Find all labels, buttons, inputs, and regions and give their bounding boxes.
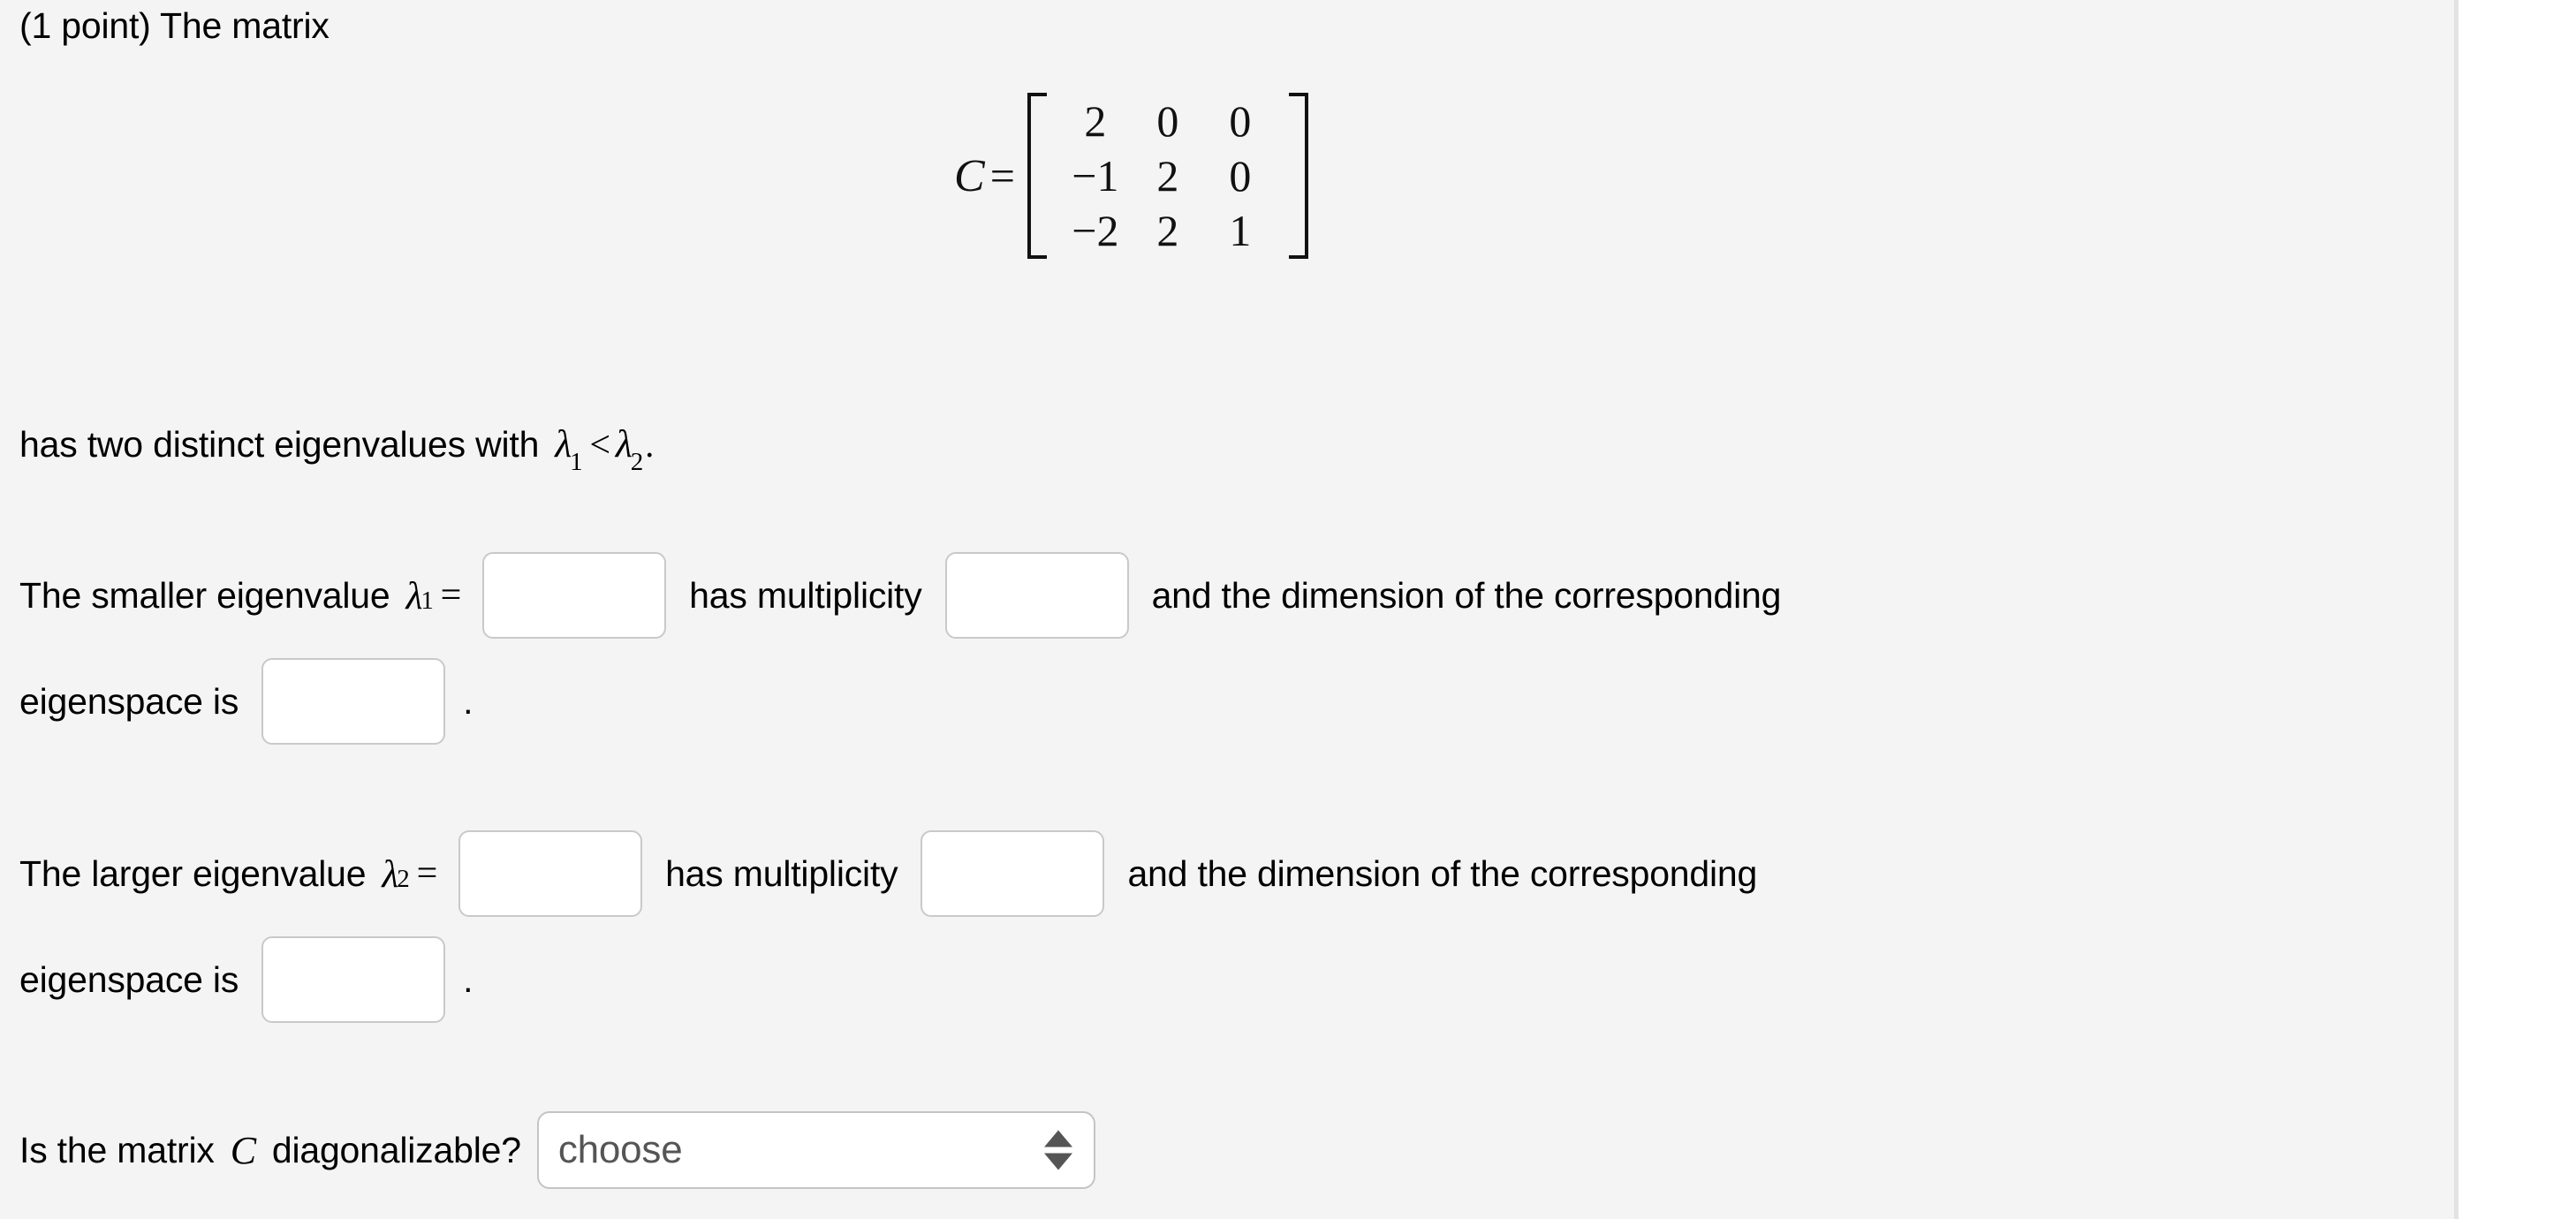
smaller-eigenvalue-label: The smaller eigenvalue [19, 574, 390, 616]
lambda-subscript-1: 1 [570, 448, 583, 477]
matrix-cell-r2c3: 0 [1229, 151, 1252, 201]
problem-page: (1 point) The matrix C = 2 0 0 −1 2 0 −2… [0, 0, 2576, 1219]
diagonalizable-row: Is the matrix C diagonalizable? choose [19, 1111, 1095, 1189]
matrix-cell-r2c2: 2 [1156, 151, 1179, 201]
smaller-eigenspace-dimension-input[interactable] [261, 658, 446, 745]
equals-sign: = [440, 575, 462, 616]
larger-eigenvalue-input[interactable] [458, 830, 643, 917]
larger-dimension-label: and the dimension of the corresponding [1127, 852, 1758, 894]
smaller-eigenvalue-row: The smaller eigenvalue λ1 = has multipli… [19, 552, 1781, 639]
period: . [645, 424, 655, 465]
matrix-grid: 2 0 0 −1 2 0 −2 2 1 [1047, 94, 1289, 258]
larger-eigenspace-label: eigenspace is [19, 958, 239, 1000]
diagonalizable-select-value: choose [557, 1128, 683, 1171]
lambda-subscript-2: 2 [630, 448, 644, 477]
matrix-cell-r2c1: −1 [1072, 151, 1119, 201]
less-than-sign: < [589, 425, 610, 466]
period: . [463, 958, 474, 1000]
matrix-cell-r3c2: 2 [1156, 206, 1179, 255]
larger-eigenspace-dimension-input[interactable] [261, 936, 446, 1023]
matrix-right-bracket [1288, 93, 1308, 259]
lambda-subscript-2: 2 [397, 864, 410, 893]
problem-points-label: (1 point) The matrix [19, 5, 330, 46]
right-gutter [2459, 0, 2576, 1219]
smaller-dimension-label: and the dimension of the corresponding [1151, 574, 1782, 616]
diagonalizable-select-wrapper[interactable]: choose [536, 1111, 1095, 1189]
larger-multiplicity-label: has multiplicity [665, 852, 898, 894]
lambda-symbol: λ [615, 422, 633, 466]
lambda-subscript-1: 1 [420, 586, 434, 615]
smaller-eigenvalue-input[interactable] [482, 552, 667, 639]
matrix-cell-r1c3: 0 [1229, 96, 1252, 146]
eigenvalue-statement: has two distinct eigenvalues with λ1 < λ2. [19, 422, 655, 475]
chevron-up-icon[interactable] [1043, 1130, 1072, 1147]
smaller-eigenspace-label: eigenspace is [19, 680, 239, 722]
matrix-name-inline: C [230, 1128, 256, 1172]
equals-sign: = [416, 853, 438, 894]
smaller-multiplicity-input[interactable] [944, 552, 1129, 639]
matrix-cell-r1c2: 0 [1156, 96, 1179, 146]
period: . [463, 680, 474, 722]
matrix-cell-r3c3: 1 [1229, 206, 1252, 255]
matrix-equals-sign: = [989, 151, 1015, 201]
matrix-display: C = 2 0 0 −1 2 0 −2 2 1 [954, 93, 1308, 259]
diagonalizable-select[interactable]: choose [536, 1111, 1095, 1189]
diagonalizable-question-suffix: diagonalizable? [271, 1129, 521, 1170]
larger-eigenspace-row: eigenspace is . [19, 936, 474, 1023]
eigenvalue-statement-text: has two distinct eigenvalues with [19, 424, 540, 465]
problem-panel: (1 point) The matrix C = 2 0 0 −1 2 0 −2… [0, 0, 2454, 1219]
matrix-left-bracket [1027, 93, 1047, 259]
matrix-name-label: C [954, 150, 985, 201]
smaller-eigenspace-row: eigenspace is . [19, 658, 474, 745]
larger-eigenvalue-row: The larger eigenvalue λ2 = has multiplic… [19, 830, 1757, 917]
larger-eigenvalue-label: The larger eigenvalue [19, 852, 367, 894]
larger-multiplicity-input[interactable] [921, 830, 1105, 917]
chevron-down-icon[interactable] [1043, 1153, 1072, 1170]
diagonalizable-question-prefix: Is the matrix [19, 1129, 215, 1170]
smaller-multiplicity-label: has multiplicity [689, 574, 922, 616]
matrix-cell-r3c1: −2 [1072, 206, 1119, 255]
select-arrows[interactable] [1043, 1130, 1072, 1170]
matrix-cell-r1c1: 2 [1084, 96, 1107, 146]
